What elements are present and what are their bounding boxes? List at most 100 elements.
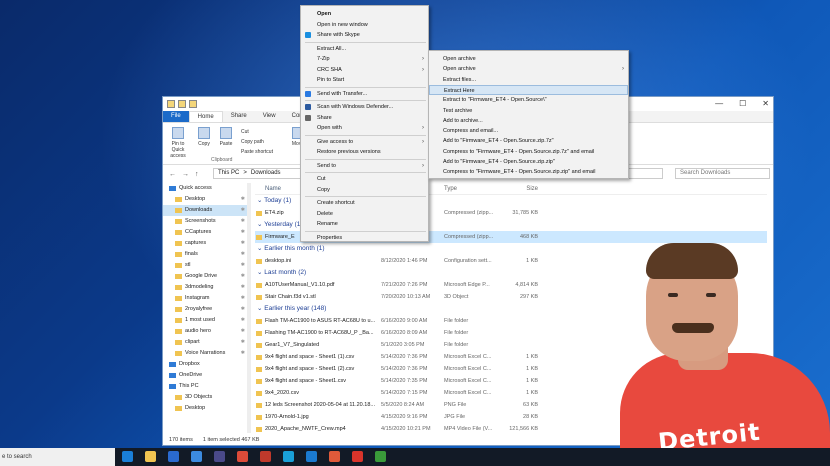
- submenu-item[interactable]: Extract Here: [429, 84, 628, 95]
- photos-icon[interactable]: [214, 451, 225, 462]
- sidebar-item[interactable]: 2royalyfree ✱: [163, 304, 249, 315]
- sidebar-item[interactable]: 1 most used ✱: [163, 315, 249, 326]
- minimize-button[interactable]: —: [715, 99, 723, 108]
- context-menu-item[interactable]: Open: [301, 9, 428, 19]
- submenu-item[interactable]: Test archive: [429, 106, 628, 116]
- sidebar-item[interactable]: Instagram ✱: [163, 293, 249, 304]
- edge-icon[interactable]: [122, 451, 133, 462]
- context-menu-item[interactable]: Open with ›: [301, 123, 428, 133]
- context-menu-item[interactable]: Rename: [301, 219, 428, 229]
- context-menu-item[interactable]: 7-Zip ›: [301, 54, 428, 64]
- context-menu-label: Give access to: [317, 138, 354, 145]
- sidebar-item[interactable]: audio hero ✱: [163, 326, 249, 337]
- submenu-item[interactable]: Open archive ›: [429, 64, 628, 74]
- mail-icon[interactable]: [191, 451, 202, 462]
- submenu-item[interactable]: Compress to "Firmware_ET4 - Open.Source.…: [429, 167, 628, 177]
- column-size[interactable]: Size: [500, 183, 538, 194]
- search-input[interactable]: Search Downloads: [675, 168, 770, 179]
- sidebar-item[interactable]: CCaptures ✱: [163, 227, 249, 238]
- breadcrumb-downloads[interactable]: Downloads: [251, 170, 281, 177]
- copy-button[interactable]: Copy: [193, 127, 215, 147]
- sidebar-item[interactable]: Dropbox: [163, 359, 249, 370]
- new-folder-icon[interactable]: [189, 100, 197, 108]
- sidebar-item[interactable]: Voice Narrations ✱: [163, 348, 249, 359]
- paste-button[interactable]: Paste: [215, 127, 237, 147]
- store-icon[interactable]: [168, 451, 179, 462]
- context-menu-item[interactable]: Scan with Windows Defender...: [301, 102, 428, 112]
- sidebar-item[interactable]: 3dmodeling ✱: [163, 282, 249, 293]
- context-menu-item[interactable]: Send to ›: [301, 161, 428, 171]
- tab-view[interactable]: View: [255, 111, 284, 122]
- sidebar-item[interactable]: captures ✱: [163, 238, 249, 249]
- context-menu-item[interactable]: Properties: [301, 233, 428, 243]
- submenu-item[interactable]: Add to "Firmware_ET4 - Open.Source.zip.7…: [429, 136, 628, 146]
- context-menu-item[interactable]: Open in new window: [301, 20, 428, 30]
- sidebar-item[interactable]: This PC: [163, 381, 249, 392]
- file-name: 9x4 flight and space - Sheet1 (1).csv: [255, 351, 381, 363]
- context-menu-item[interactable]: Delete: [301, 209, 428, 219]
- submenu-item[interactable]: Add to archive...: [429, 116, 628, 126]
- paste-shortcut-button[interactable]: Paste shortcut: [241, 149, 273, 155]
- sidebar-item[interactable]: Google Drive ✱: [163, 271, 249, 282]
- column-type[interactable]: Type: [444, 183, 500, 194]
- context-menu-item[interactable]: Cut: [301, 174, 428, 184]
- app-icon-c[interactable]: [283, 451, 294, 462]
- browser-icon[interactable]: [260, 451, 271, 462]
- context-menu-item[interactable]: Pin to Start: [301, 75, 428, 85]
- sidebar-item[interactable]: Desktop: [163, 403, 249, 414]
- pin-quick-access-button[interactable]: Pin to Quick access: [167, 127, 189, 159]
- context-menu-label: 7-Zip: [317, 56, 330, 62]
- up-icon[interactable]: ↑: [195, 171, 199, 178]
- pin-icon: ✱: [240, 229, 245, 235]
- copy-path-button[interactable]: Copy path: [241, 139, 264, 145]
- sidebar-item[interactable]: Screenshots ✱: [163, 216, 249, 227]
- file-name: desktop.ini: [255, 255, 381, 267]
- context-menu-item[interactable]: CRC SHA ›: [301, 65, 428, 75]
- sidebar-item[interactable]: OneDrive: [163, 370, 249, 381]
- navigation-scrollbar[interactable]: [247, 183, 251, 433]
- context-menu-item[interactable]: Restore previous versions: [301, 147, 428, 157]
- tab-home[interactable]: Home: [188, 111, 223, 122]
- forward-icon[interactable]: →: [182, 171, 189, 178]
- context-menu-label: Copy: [317, 186, 330, 193]
- context-menu-label: Share: [317, 114, 332, 121]
- taskbar: e to search: [0, 448, 830, 466]
- edge-legacy-icon[interactable]: [306, 451, 317, 462]
- submenu-item[interactable]: Extract files...: [429, 75, 628, 85]
- sidebar-item[interactable]: Desktop ✱: [163, 194, 249, 205]
- taskbar-search[interactable]: e to search: [0, 448, 115, 466]
- cut-button[interactable]: Cut: [241, 129, 249, 135]
- sidebar-item[interactable]: stl ✱: [163, 260, 249, 271]
- chrome-alt-icon[interactable]: [329, 451, 340, 462]
- properties-icon[interactable]: [178, 100, 186, 108]
- context-menu-item[interactable]: Share with Skype: [301, 30, 428, 40]
- submenu-item[interactable]: Compress to "Firmware_ET4 - Open.Source.…: [429, 147, 628, 157]
- context-menu-item[interactable]: Copy: [301, 185, 428, 195]
- sidebar-item[interactable]: Quick access: [163, 183, 249, 194]
- sidebar-item[interactable]: Downloads ✱: [163, 205, 249, 216]
- chrome-icon[interactable]: [237, 451, 248, 462]
- context-menu-item[interactable]: Extract All...: [301, 44, 428, 54]
- submenu-item[interactable]: Extract to "Firmware_ET4 - Open.Source\": [429, 95, 628, 105]
- quick-access-toolbar-icon[interactable]: [167, 100, 175, 108]
- tab-file[interactable]: File: [163, 111, 189, 122]
- app-icon-red[interactable]: [352, 451, 363, 462]
- sidebar-item[interactable]: finals ✱: [163, 249, 249, 260]
- close-button[interactable]: ✕: [762, 99, 769, 108]
- submenu-item[interactable]: Open archive: [429, 54, 628, 64]
- tab-share[interactable]: Share: [223, 111, 255, 122]
- back-icon[interactable]: ←: [169, 171, 176, 178]
- file-explorer-icon[interactable]: [145, 451, 156, 462]
- pin-icon: ✱: [240, 207, 245, 213]
- submenu-item[interactable]: Compress and email...: [429, 126, 628, 136]
- camtasia-icon[interactable]: [375, 451, 386, 462]
- context-menu-item[interactable]: Give access to ›: [301, 137, 428, 147]
- maximize-button[interactable]: ☐: [739, 99, 746, 108]
- submenu-item[interactable]: Add to "Firmware_ET4 - Open.Source.zip.z…: [429, 157, 628, 167]
- sidebar-item[interactable]: clipart ✱: [163, 337, 249, 348]
- context-menu-item[interactable]: Share: [301, 113, 428, 123]
- breadcrumb-this-pc[interactable]: This PC: [218, 170, 239, 177]
- context-menu-item[interactable]: Send with Transfer...: [301, 89, 428, 99]
- sidebar-item[interactable]: 3D Objects: [163, 392, 249, 403]
- context-menu-item[interactable]: Create shortcut: [301, 198, 428, 208]
